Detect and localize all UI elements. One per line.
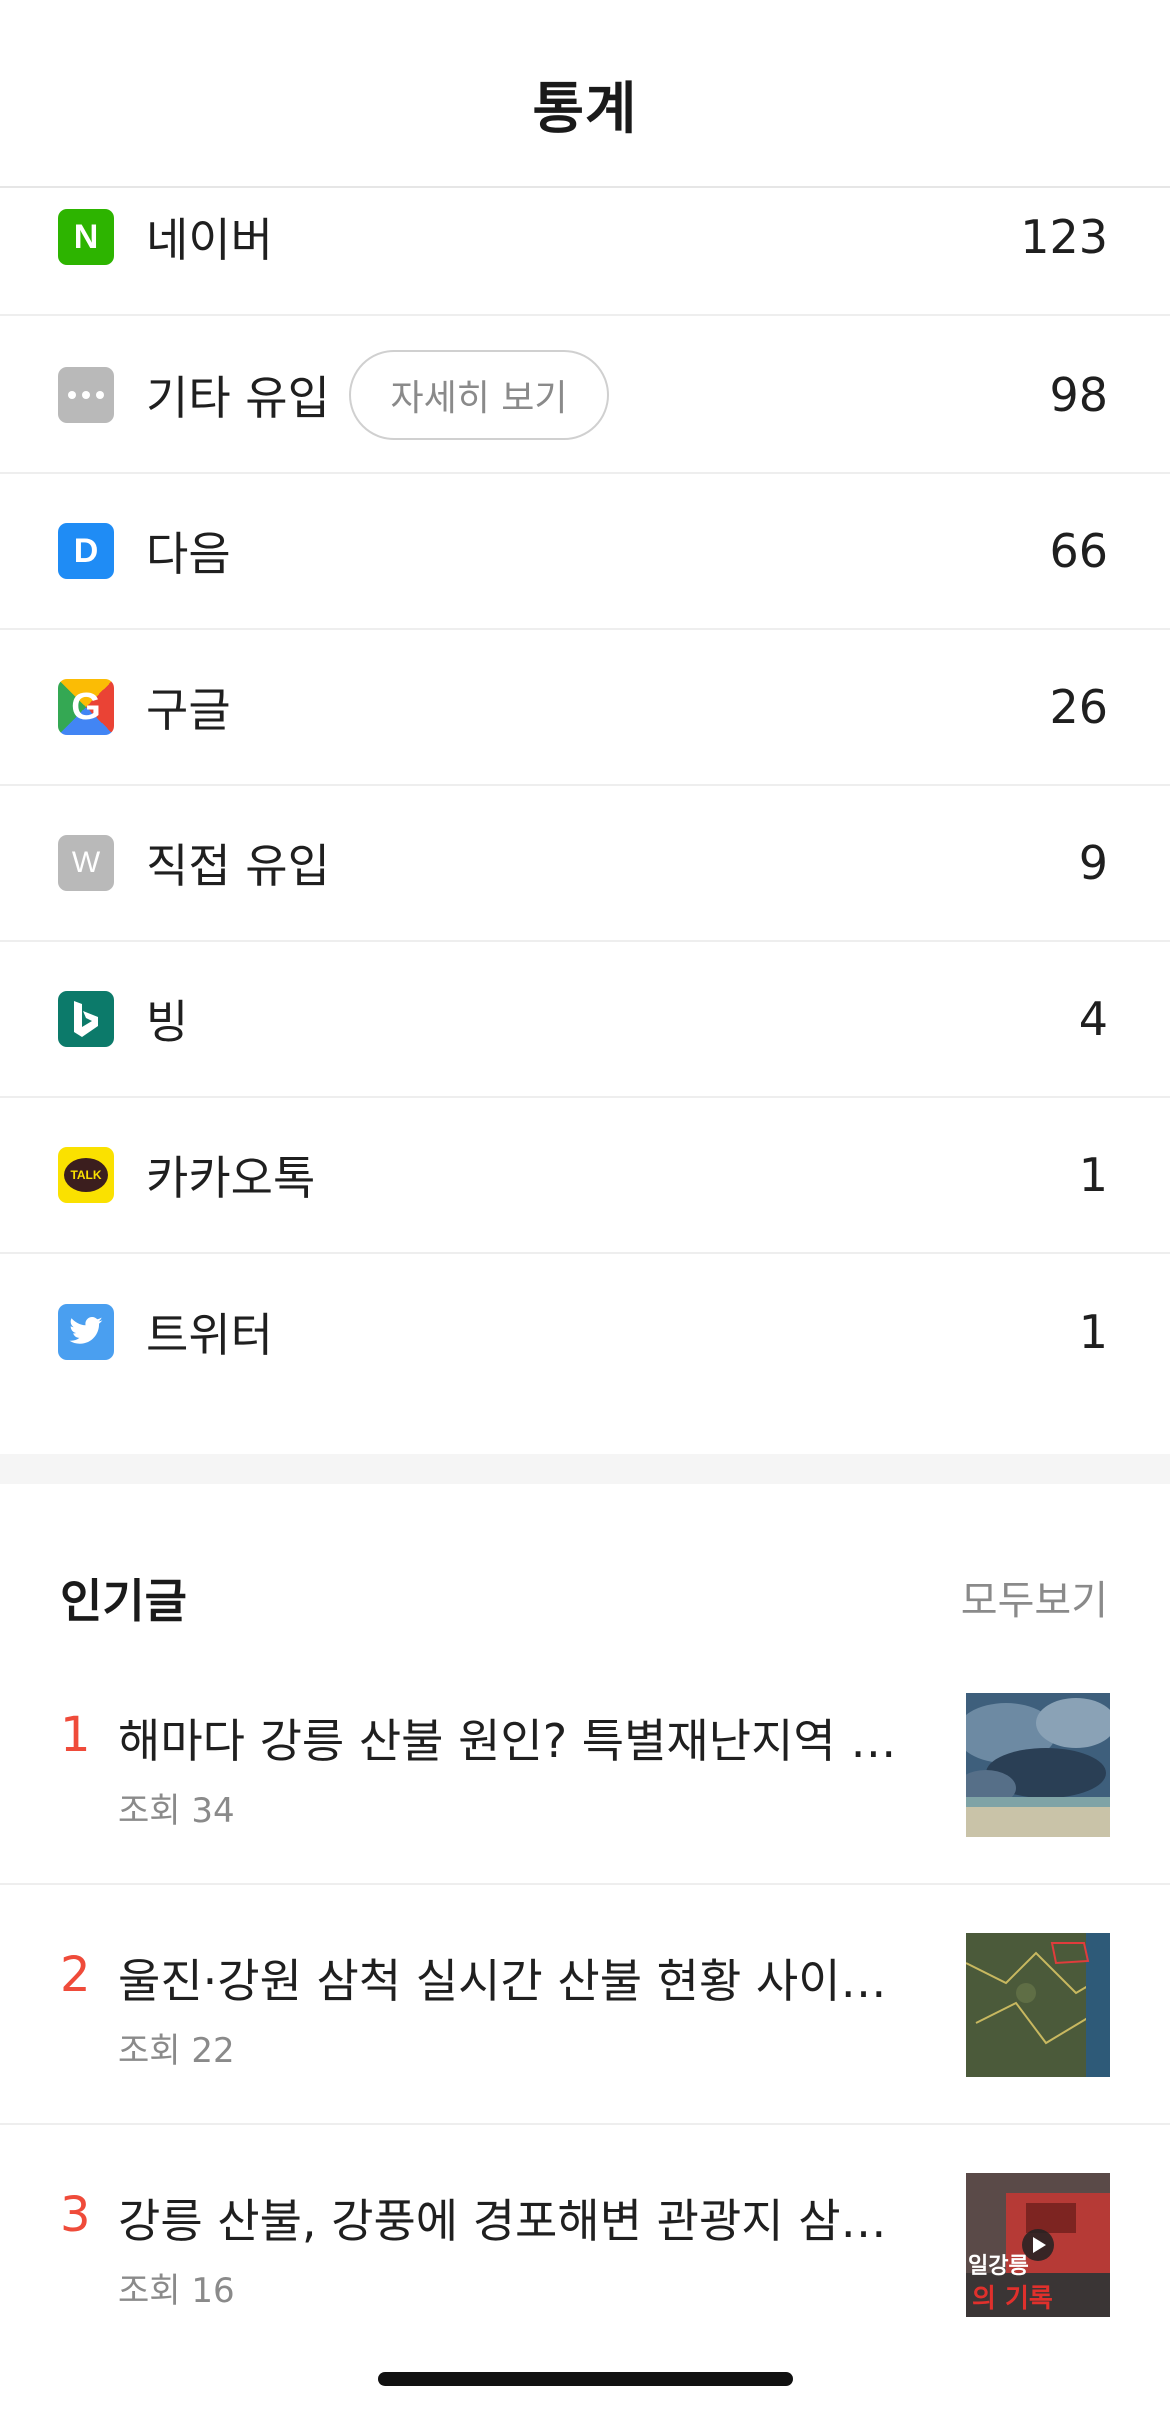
- referrer-row-kakaotalk: TALK 카카오톡 1: [0, 1098, 1170, 1254]
- referrer-row-direct: W 직접 유입 9: [0, 786, 1170, 942]
- post-rank: 3: [60, 2187, 91, 2243]
- popular-section-title: 인기글: [60, 1574, 187, 1628]
- referrer-label: 빙: [146, 995, 189, 1049]
- see-all-link[interactable]: 모두보기: [961, 1568, 1108, 1626]
- referrer-label: 기타 유입: [146, 371, 330, 425]
- popular-post-item[interactable]: 1 해마다 강릉 산불 원인? 특별재난지역 선포 조회 34: [0, 1645, 1170, 1885]
- post-views: 조회 22: [118, 2031, 235, 2071]
- twitter-icon: [58, 1304, 114, 1360]
- page-title: 통계: [532, 77, 638, 142]
- referrer-count: 123: [1020, 210, 1108, 264]
- post-views: 조회 16: [118, 2271, 235, 2311]
- daum-icon: D: [58, 523, 114, 579]
- detail-view-button[interactable]: 자세히 보기: [349, 350, 609, 440]
- referrer-label: 직접 유입: [146, 839, 330, 893]
- referrer-row-naver: N 네이버 123: [0, 160, 1170, 316]
- post-rank: 1: [60, 1707, 91, 1763]
- post-views: 조회 34: [118, 1791, 235, 1831]
- referrer-count: 66: [1049, 524, 1108, 578]
- google-icon: G: [58, 679, 114, 735]
- home-indicator: [378, 2372, 793, 2386]
- referrer-row-other: 기타 유입 자세히 보기 98: [0, 318, 1170, 474]
- popular-post-item[interactable]: 3 강릉 산불, 강풍에 경포해변 관광지 삼키며 확산 조회 16 일강릉 의…: [0, 2125, 1170, 2365]
- post-title: 해마다 강릉 산불 원인? 특별재난지역 선포: [118, 1714, 908, 1768]
- referrer-label: 네이버: [146, 213, 273, 267]
- post-thumbnail: [966, 1693, 1110, 1837]
- post-rank: 2: [60, 1947, 91, 2003]
- referrer-count: 26: [1049, 680, 1108, 734]
- referrer-row-bing: 빙 4: [0, 942, 1170, 1098]
- svg-text:의 기록: 의 기록: [972, 2284, 1053, 2314]
- svg-text:일강릉: 일강릉: [968, 2254, 1029, 2279]
- referrer-count: 1: [1078, 1148, 1108, 1202]
- referrer-count: 1: [1078, 1305, 1108, 1359]
- post-title: 울진·강원 삼척 실시간 산불 현황 사이트 정리: [118, 1954, 908, 2008]
- naver-icon: N: [58, 209, 114, 265]
- post-thumbnail: 일강릉 의 기록: [966, 2173, 1110, 2317]
- referrer-label: 트위터: [146, 1308, 273, 1362]
- section-divider: [0, 1454, 1170, 1484]
- kakaotalk-icon: TALK: [58, 1147, 114, 1203]
- referrer-count: 9: [1078, 836, 1108, 890]
- post-title: 강릉 산불, 강풍에 경포해변 관광지 삼키며 확산: [118, 2194, 908, 2248]
- bing-icon: [58, 991, 114, 1047]
- referrer-label: 카카오톡: [146, 1151, 316, 1205]
- referrer-label: 다음: [146, 527, 231, 581]
- referrer-row-twitter: 트위터 1: [0, 1254, 1170, 1410]
- referrer-label: 구글: [146, 683, 231, 737]
- more-icon: [58, 367, 114, 423]
- popular-post-item[interactable]: 2 울진·강원 삼척 실시간 산불 현황 사이트 정리 조회 22: [0, 1885, 1170, 2125]
- referrer-count: 4: [1078, 992, 1108, 1046]
- referrer-row-daum: D 다음 66: [0, 474, 1170, 630]
- post-thumbnail: [966, 1933, 1110, 2077]
- referrer-count: 98: [1049, 368, 1108, 422]
- referrer-row-google: G 구글 26: [0, 630, 1170, 786]
- direct-icon: W: [58, 835, 114, 891]
